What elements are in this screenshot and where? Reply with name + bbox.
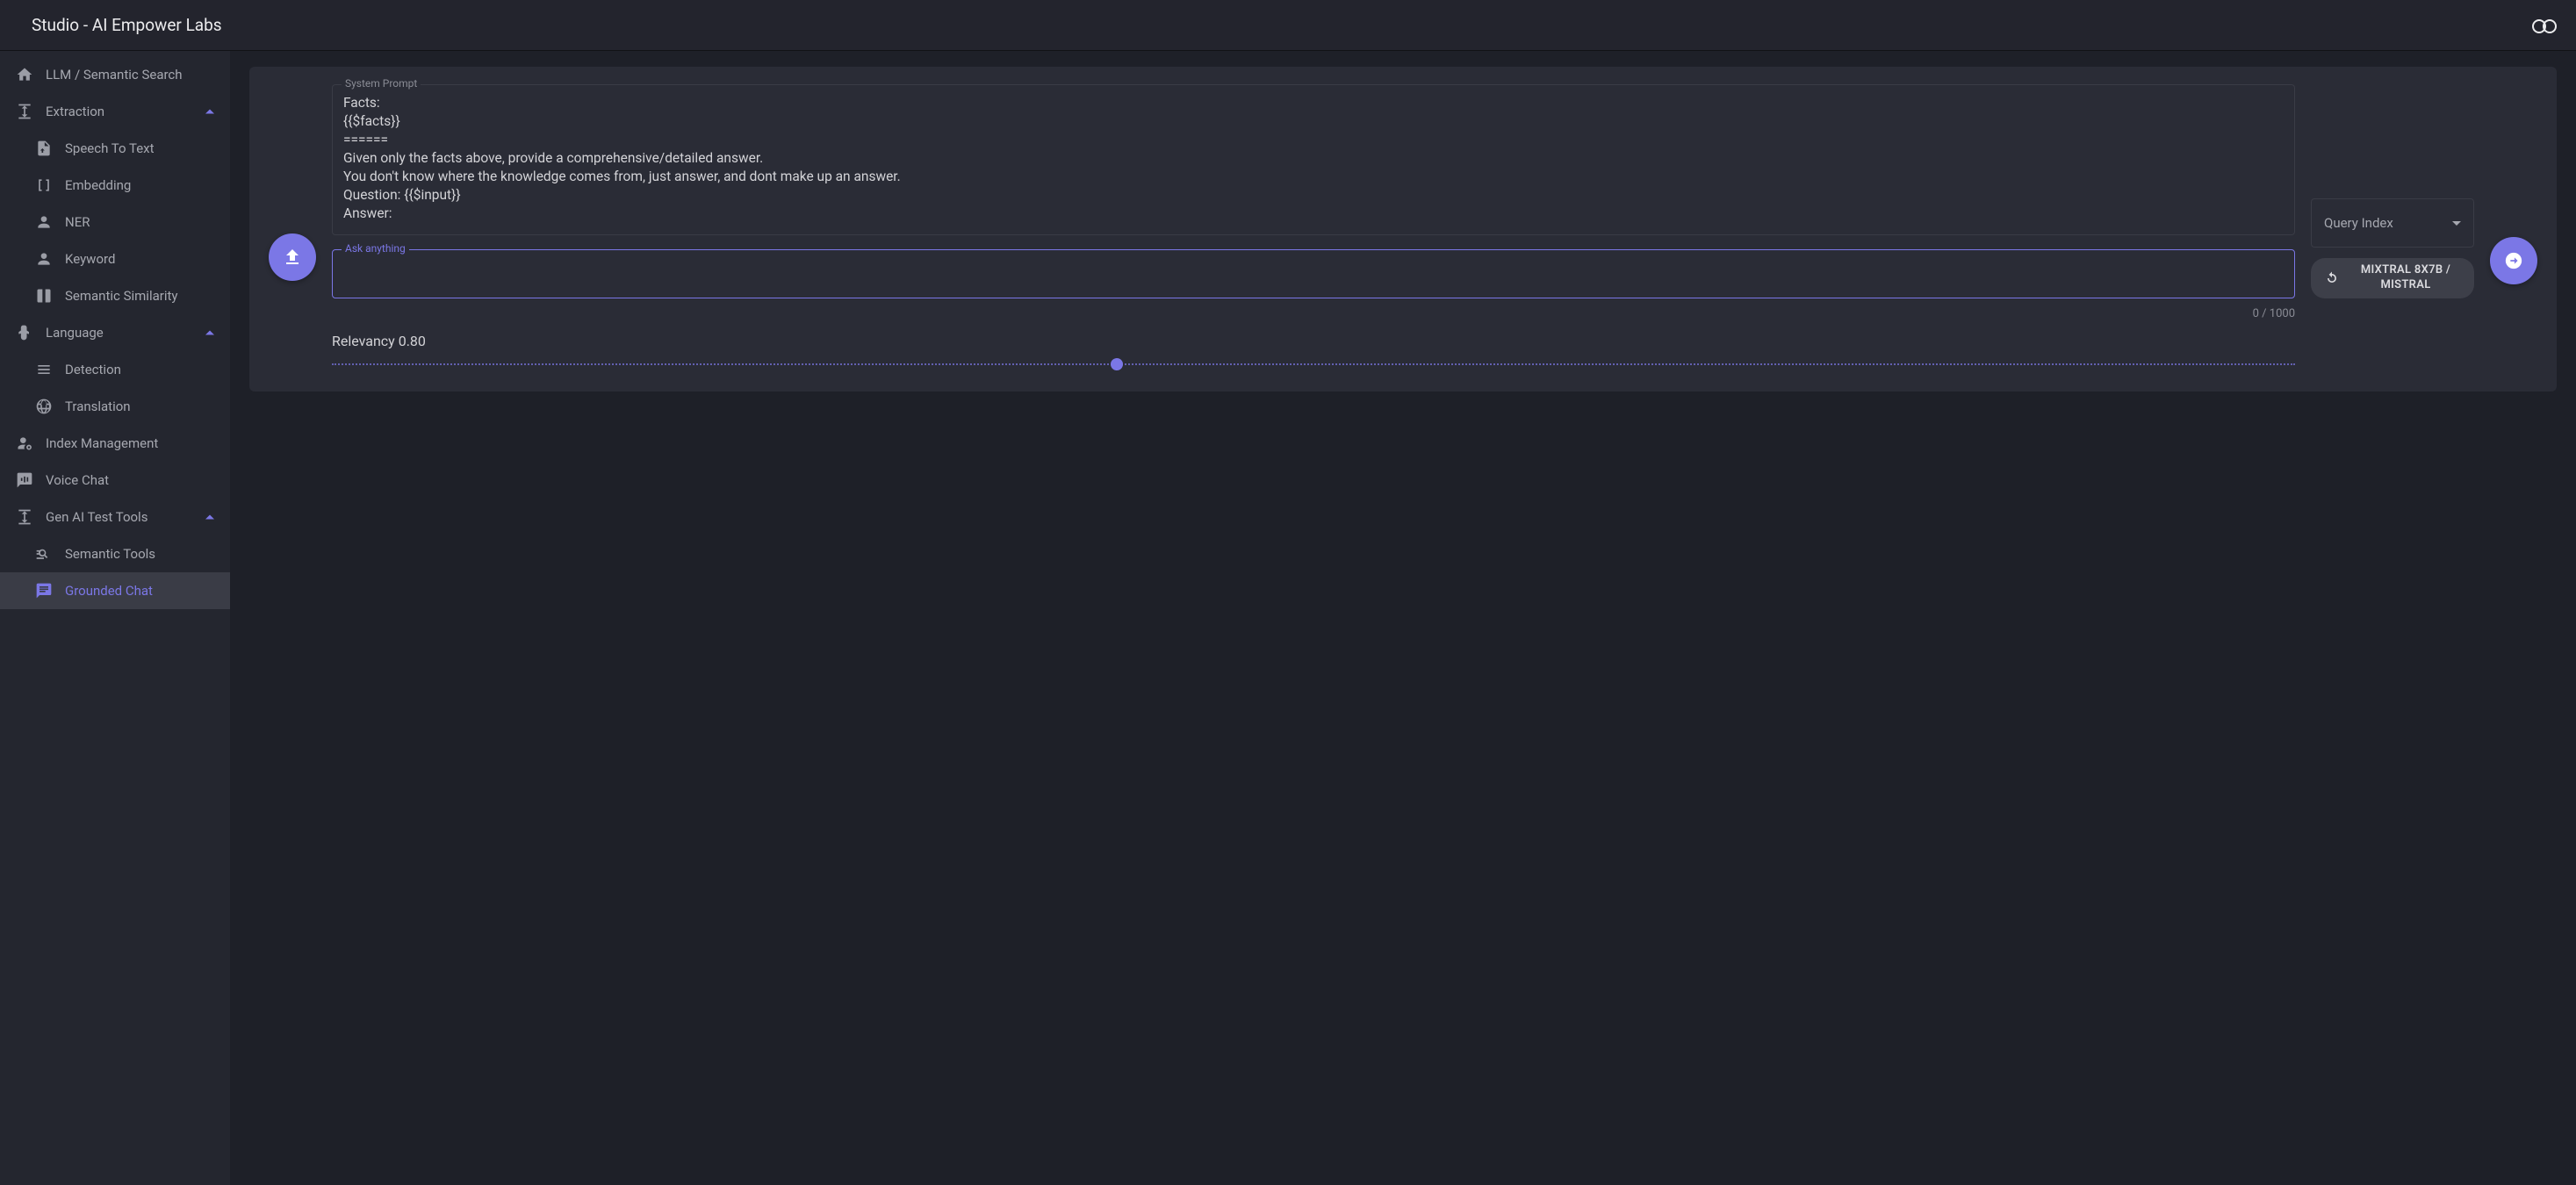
ask-field[interactable]: Ask anything	[332, 249, 2295, 298]
refresh-icon	[2323, 269, 2341, 287]
app-title: Studio - AI Empower Labs	[32, 15, 222, 35]
sidebar-group-gen-ai[interactable]: Gen AI Test Tools	[0, 499, 230, 535]
sidebar-item-speech-to-text[interactable]: Speech To Text	[0, 130, 230, 167]
char-count: 0 / 1000	[332, 307, 2295, 320]
relevancy-label: Relevancy 0.80	[332, 333, 2295, 349]
person-icon	[33, 248, 54, 269]
sidebar-item-label: Gen AI Test Tools	[46, 509, 148, 525]
sidebar-item-detection[interactable]: Detection	[0, 351, 230, 388]
goggles-icon[interactable]	[2532, 18, 2557, 33]
main-content: System Prompt Facts: {{$facts}} ====== G…	[230, 51, 2576, 1185]
sidebar-item-semantic-similarity[interactable]: Semantic Similarity	[0, 277, 230, 314]
sidebar-item-index-management[interactable]: Index Management	[0, 425, 230, 462]
extract-icon	[14, 101, 35, 122]
sidebar-item-label: Grounded Chat	[65, 583, 153, 599]
sidebar: LLM / Semantic Search Extraction Speech …	[0, 51, 230, 1185]
sidebar-item-keyword[interactable]: Keyword	[0, 241, 230, 277]
ask-input[interactable]	[343, 259, 2284, 289]
sidebar-item-label: Language	[46, 325, 104, 341]
manage-accounts-icon	[14, 433, 35, 454]
sidebar-item-label: Detection	[65, 362, 121, 377]
sidebar-item-llm-search[interactable]: LLM / Semantic Search	[0, 56, 230, 93]
query-index-label: Query Index	[2324, 215, 2393, 231]
arrow-right-circle-icon	[2504, 251, 2523, 270]
slider-thumb[interactable]	[1111, 358, 1123, 370]
ask-label: Ask anything	[342, 242, 409, 255]
sidebar-item-label: Voice Chat	[46, 472, 109, 488]
system-prompt-value[interactable]: Facts: {{$facts}} ====== Given only the …	[343, 94, 2284, 226]
upload-button[interactable]	[269, 233, 316, 281]
chat-panel: System Prompt Facts: {{$facts}} ====== G…	[249, 67, 2557, 391]
chevron-up-icon	[205, 515, 214, 520]
extract-icon	[14, 506, 35, 528]
chat-icon	[33, 580, 54, 601]
sidebar-item-ner[interactable]: NER	[0, 204, 230, 241]
sidebar-item-label: Index Management	[46, 435, 158, 451]
send-button[interactable]	[2490, 237, 2537, 284]
system-prompt-field[interactable]: System Prompt Facts: {{$facts}} ====== G…	[332, 84, 2295, 235]
list-icon	[33, 359, 54, 380]
model-label: MIXTRAL 8X7B / MISTRAL	[2349, 263, 2462, 293]
sidebar-item-label: Semantic Tools	[65, 546, 155, 562]
audio-file-icon	[33, 138, 54, 159]
chevron-up-icon	[205, 110, 214, 114]
sidebar-item-label: Translation	[65, 399, 131, 414]
chevron-up-icon	[205, 331, 214, 335]
sidebar-item-label: Extraction	[46, 104, 104, 119]
sidebar-item-grounded-chat[interactable]: Grounded Chat	[0, 572, 230, 609]
sidebar-item-embedding[interactable]: Embedding	[0, 167, 230, 204]
query-index-select[interactable]: Query Index	[2311, 198, 2474, 248]
sidebar-item-label: Semantic Similarity	[65, 288, 177, 304]
sidebar-group-language[interactable]: Language	[0, 314, 230, 351]
system-prompt-label: System Prompt	[342, 77, 421, 90]
search-list-icon	[33, 543, 54, 564]
sidebar-item-translation[interactable]: Translation	[0, 388, 230, 425]
slider-track	[332, 363, 2295, 365]
model-selector[interactable]: MIXTRAL 8X7B / MISTRAL	[2311, 258, 2474, 298]
app-header: Studio - AI Empower Labs	[0, 0, 2576, 51]
globe-icon	[33, 396, 54, 417]
sidebar-item-label: Keyword	[65, 251, 115, 267]
sidebar-item-label: LLM / Semantic Search	[46, 67, 183, 83]
voice-chat-icon	[14, 470, 35, 491]
person-icon	[33, 212, 54, 233]
sidebar-item-semantic-tools[interactable]: Semantic Tools	[0, 535, 230, 572]
sidebar-group-extraction[interactable]: Extraction	[0, 93, 230, 130]
sidebar-item-voice-chat[interactable]: Voice Chat	[0, 462, 230, 499]
brackets-icon	[33, 175, 54, 196]
home-icon	[14, 64, 35, 85]
compare-icon	[33, 285, 54, 306]
relevancy-slider[interactable]	[332, 358, 2295, 370]
sidebar-item-label: Embedding	[65, 177, 131, 193]
sidebar-item-label: NER	[65, 214, 90, 230]
sign-language-icon	[14, 322, 35, 343]
upload-icon	[282, 247, 303, 268]
chevron-down-icon	[2452, 221, 2461, 226]
sidebar-item-label: Speech To Text	[65, 140, 155, 156]
